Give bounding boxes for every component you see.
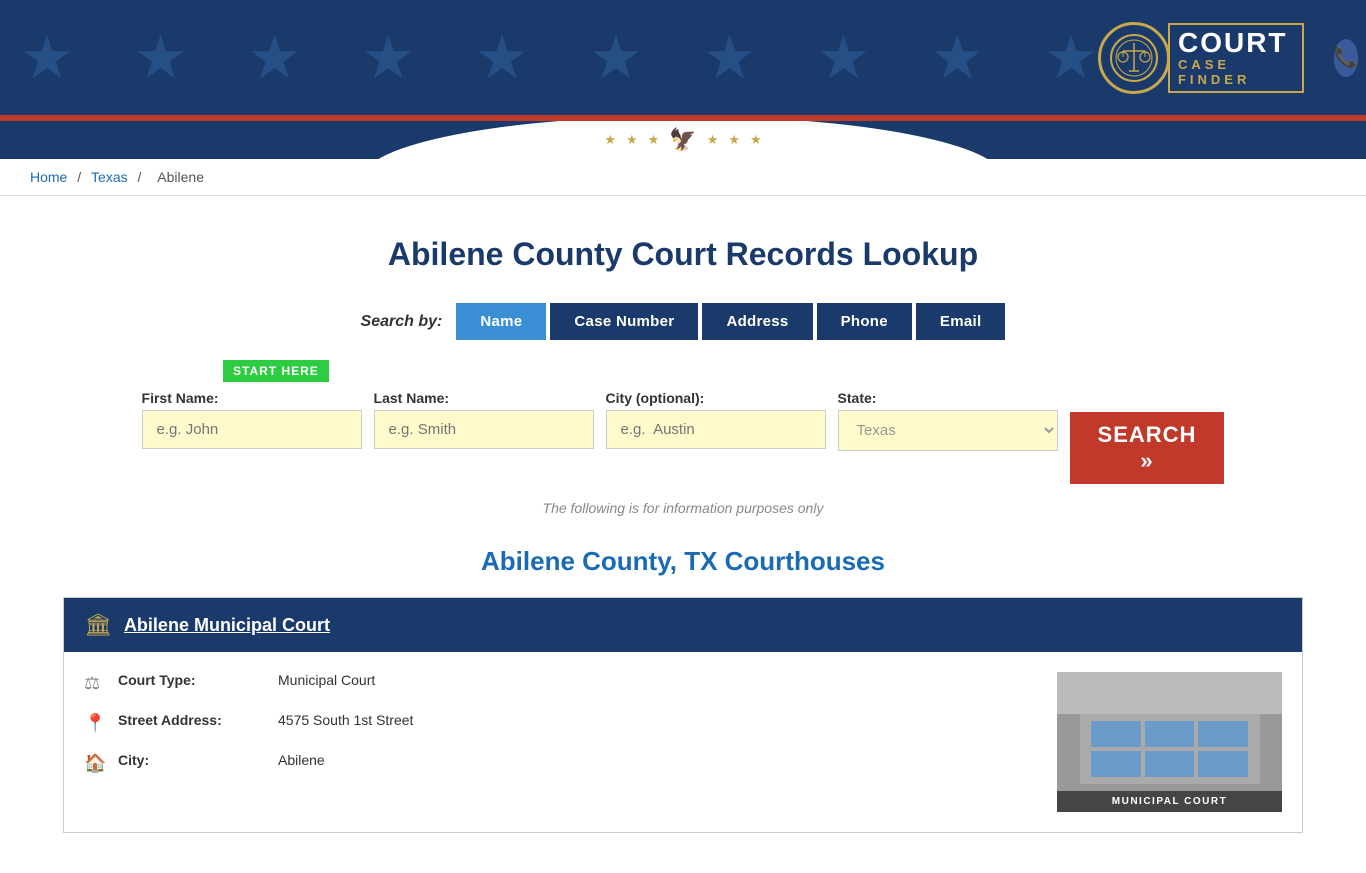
- header-stars-decoration: ★★★★★★★★★★: [20, 23, 1098, 93]
- building-top: [1057, 672, 1282, 714]
- window-3: [1198, 721, 1248, 747]
- last-name-group: Last Name:: [374, 390, 594, 449]
- last-name-input[interactable]: [374, 410, 594, 449]
- star-right-1: ★: [707, 132, 719, 148]
- state-select[interactable]: Texas Alabama Alaska Arizona California …: [838, 410, 1058, 451]
- city-detail-label: City:: [118, 752, 268, 768]
- search-by-label: Search by:: [361, 313, 443, 331]
- breadcrumb-city: Abilene: [157, 169, 204, 185]
- page-title: Abilene County Court Records Lookup: [63, 236, 1303, 273]
- state-group: State: Texas Alabama Alaska Arizona Cali…: [838, 390, 1058, 451]
- street-address-value: 4575 South 1st Street: [278, 712, 413, 728]
- logo-emblem: [1098, 22, 1170, 94]
- street-address-label: Street Address:: [118, 712, 268, 728]
- tab-case-number[interactable]: Case Number: [550, 303, 698, 340]
- court-type-row: ⚖ Court Type: Municipal Court: [84, 672, 1037, 694]
- info-text: The following is for information purpose…: [63, 500, 1303, 516]
- breadcrumb-state[interactable]: Texas: [91, 169, 128, 185]
- city-detail-value: Abilene: [278, 752, 325, 768]
- window-1: [1091, 721, 1141, 747]
- search-button[interactable]: SEARCH »: [1070, 412, 1225, 484]
- window-4: [1091, 751, 1141, 777]
- breadcrumb-sep-2: /: [138, 169, 146, 185]
- courthouse-image: MUNICIPAL COURT: [1057, 672, 1282, 812]
- tab-name[interactable]: Name: [456, 303, 546, 340]
- tab-phone[interactable]: Phone: [817, 303, 912, 340]
- window-6: [1198, 751, 1248, 777]
- logo-text-box: COURT CASE FINDER: [1168, 23, 1304, 93]
- tab-email[interactable]: Email: [916, 303, 1006, 340]
- window-2: [1145, 721, 1195, 747]
- building-graphic: MUNICIPAL COURT: [1057, 672, 1282, 812]
- city-icon: 🏠: [84, 753, 108, 774]
- building-windows: [1091, 721, 1249, 777]
- court-type-icon: ⚖: [84, 673, 108, 694]
- court-type-value: Municipal Court: [278, 672, 375, 688]
- star-right-2: ★: [728, 132, 740, 148]
- form-row: First Name: Last Name: City (optional): …: [223, 390, 1143, 484]
- tab-address[interactable]: Address: [702, 303, 812, 340]
- eagle-symbol: 🦅: [669, 127, 696, 153]
- window-5: [1145, 751, 1195, 777]
- courthouse-card: 🏛 Abilene Municipal Court ⚖ Court Type: …: [63, 597, 1303, 833]
- city-group: City (optional):: [606, 390, 826, 449]
- star-left-2: ★: [626, 132, 638, 148]
- arch-banner: ★ ★ ★ 🦅 ★ ★ ★: [0, 121, 1366, 159]
- first-name-label: First Name:: [142, 390, 362, 406]
- start-here-badge: START HERE: [223, 360, 329, 382]
- last-name-label: Last Name:: [374, 390, 594, 406]
- building-sign: MUNICIPAL COURT: [1057, 791, 1282, 812]
- customer-service: 📞 Customer Service 1-800-309-9351: [1334, 8, 1366, 107]
- courthouses-title: Abilene County, TX Courthouses: [63, 546, 1303, 577]
- location-icon: 📍: [84, 713, 108, 734]
- logo-case-finder-text: CASE FINDER: [1178, 57, 1288, 87]
- city-input[interactable]: [606, 410, 826, 449]
- breadcrumb: Home / Texas / Abilene: [0, 159, 1366, 196]
- courthouse-name[interactable]: Abilene Municipal Court: [124, 615, 330, 636]
- form-area: START HERE First Name: Last Name: City (…: [223, 360, 1143, 484]
- breadcrumb-home[interactable]: Home: [30, 169, 67, 185]
- courthouse-header: 🏛 Abilene Municipal Court: [64, 598, 1302, 652]
- logo-area[interactable]: COURT CASE FINDER: [1098, 22, 1304, 94]
- star-left-3: ★: [648, 132, 660, 148]
- courthouse-body: ⚖ Court Type: Municipal Court 📍 Street A…: [64, 652, 1302, 832]
- search-section: Search by: Name Case Number Address Phon…: [63, 303, 1303, 516]
- state-label: State:: [838, 390, 1058, 406]
- city-row: 🏠 City: Abilene: [84, 752, 1037, 774]
- breadcrumb-sep-1: /: [77, 169, 85, 185]
- city-label: City (optional):: [606, 390, 826, 406]
- courthouse-details: ⚖ Court Type: Municipal Court 📍 Street A…: [84, 672, 1037, 812]
- first-name-input[interactable]: [142, 410, 362, 449]
- search-by-row: Search by: Name Case Number Address Phon…: [63, 303, 1303, 340]
- phone-icon: 📞: [1334, 39, 1359, 77]
- logo-court-text: COURT: [1178, 29, 1288, 57]
- court-type-label: Court Type:: [118, 672, 268, 688]
- star-right-3: ★: [750, 132, 762, 148]
- star-left-1: ★: [604, 132, 616, 148]
- first-name-group: First Name:: [142, 390, 362, 449]
- street-address-row: 📍 Street Address: 4575 South 1st Street: [84, 712, 1037, 734]
- courthouse-icon: 🏛: [84, 612, 112, 638]
